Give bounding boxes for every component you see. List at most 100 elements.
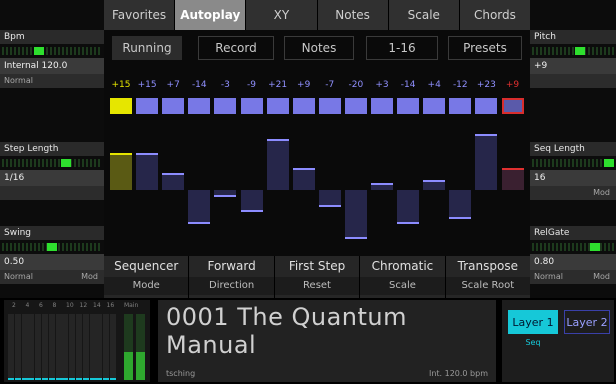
seq-length-label: Seq Length (530, 142, 616, 156)
step-bar[interactable] (188, 190, 211, 225)
mixer-lane (89, 314, 96, 380)
step-bar[interactable] (501, 167, 524, 190)
step-bar[interactable] (292, 167, 315, 190)
step-bar[interactable] (449, 190, 472, 220)
tab-scale[interactable]: Scale (388, 0, 459, 30)
mixer-labels: 2 4 6 8 10 12 14 16 Main (4, 300, 150, 312)
step-bar[interactable] (371, 182, 393, 190)
mixer-lane-label: 14 (93, 302, 101, 309)
step-cell[interactable] (449, 98, 472, 114)
step-cell[interactable] (397, 98, 420, 114)
step-bar[interactable] (266, 138, 289, 190)
sequencer-mode-button[interactable]: Sequencer Mode (104, 256, 189, 298)
pitch-param[interactable]: Pitch +9 (530, 30, 616, 88)
scale-root-button[interactable]: Transpose Scale Root (445, 256, 531, 298)
step-cell[interactable] (266, 98, 289, 114)
step-bar[interactable] (214, 190, 237, 198)
running-button[interactable]: Running (112, 36, 182, 60)
reset-value: First Step (288, 259, 346, 273)
layer-2-button[interactable]: Layer 2 (564, 310, 610, 334)
pitch-mode (530, 74, 616, 88)
scale-label: Scale (360, 277, 445, 295)
bpm-meter[interactable] (2, 47, 102, 55)
step-cell[interactable] (240, 98, 263, 114)
step-cell[interactable] (475, 98, 498, 114)
mixer-lane (55, 314, 62, 380)
swing-mode: Normal Mod (0, 270, 104, 284)
step-cell[interactable] (501, 98, 524, 114)
mixer-overview[interactable]: 2 4 6 8 10 12 14 16 Main (4, 300, 150, 382)
seq-length-param[interactable]: Seq Length 16 Mod (530, 142, 616, 200)
step-cell[interactable] (292, 98, 315, 114)
step-cell[interactable] (371, 98, 393, 114)
notes-button[interactable]: Notes (284, 36, 354, 60)
seq-length-meter-thumb[interactable] (604, 159, 614, 167)
step-bar[interactable] (475, 133, 498, 190)
step-bar-cap (397, 222, 420, 225)
step-cell[interactable] (423, 98, 446, 114)
mixer-lane-fill (96, 378, 103, 380)
relgate-meter[interactable] (532, 243, 614, 251)
step-length-meter-thumb[interactable] (60, 159, 71, 167)
relgate-value: 0.80 (530, 254, 616, 270)
presets-button[interactable]: Presets (448, 36, 522, 60)
tab-notes[interactable]: Notes (317, 0, 388, 30)
scale-button[interactable]: Chromatic Scale (360, 256, 445, 298)
direction-button[interactable]: Forward Direction (189, 256, 274, 298)
step-cell[interactable] (214, 98, 237, 114)
step-bar[interactable] (344, 190, 367, 239)
relgate-mode-label: Normal (534, 272, 563, 281)
record-button[interactable]: Record (198, 36, 274, 60)
step-bar-cap (501, 167, 524, 170)
project-info[interactable]: 0001 The Quantum Manual tsching Int. 120… (158, 300, 496, 382)
swing-mod-label: Mod (81, 272, 98, 281)
step-length-meter[interactable] (2, 159, 102, 167)
step-cell[interactable] (162, 98, 185, 114)
step-cell[interactable] (318, 98, 341, 114)
mixer-lane-fill (82, 378, 89, 380)
step-bar[interactable] (110, 153, 132, 190)
swing-meter-thumb[interactable] (47, 243, 57, 251)
step-bar[interactable] (423, 180, 446, 190)
bpm-meter-thumb[interactable] (33, 47, 44, 55)
bpm-param[interactable]: Bpm Internal 120.0 Normal (0, 30, 104, 88)
swing-param[interactable]: Swing 0.50 Normal Mod (0, 226, 104, 284)
step-cell[interactable] (188, 98, 211, 114)
step-bar[interactable] (397, 190, 420, 225)
tab-autoplay[interactable]: Autoplay (175, 0, 246, 30)
step-cell[interactable] (136, 98, 159, 114)
seq-length-meter[interactable] (532, 159, 614, 167)
step-length-param[interactable]: Step Length 1/16 (0, 142, 104, 200)
step-bar[interactable] (240, 190, 263, 213)
step-value-graph[interactable] (108, 125, 526, 255)
tab-favorites[interactable]: Favorites (104, 0, 175, 30)
reset-button[interactable]: First Step Reset (274, 256, 360, 298)
step-bar[interactable] (162, 172, 185, 190)
pitch-label: Pitch (530, 30, 616, 44)
pitch-meter[interactable] (532, 47, 614, 55)
mixer-lane-fill (35, 378, 42, 380)
swing-meter[interactable] (2, 243, 102, 251)
step-cell[interactable] (344, 98, 367, 114)
step-range-button[interactable]: 1-16 (366, 36, 438, 60)
pitch-meter-thumb[interactable] (575, 47, 586, 55)
mixer-lane-fill (28, 378, 35, 380)
relgate-param[interactable]: RelGate 0.80 Normal Mod (530, 226, 616, 284)
relgate-mod-label: Mod (593, 272, 610, 281)
step-bar-cap (423, 180, 446, 183)
layer-1-button[interactable]: Layer 1 (508, 310, 558, 334)
mixer-lane (28, 314, 35, 380)
mixer-lane-fill (110, 378, 116, 380)
tab-xy[interactable]: XY (246, 0, 317, 30)
step-value-label: +9 (297, 80, 311, 90)
tab-chords[interactable]: Chords (459, 0, 531, 30)
mixer-lane-label: 8 (52, 302, 57, 309)
mixer-lane (14, 314, 21, 380)
mixer-lane-label: 16 (106, 302, 115, 309)
relgate-meter-thumb[interactable] (589, 243, 600, 251)
layer-selector: Layer 1 Layer 2 Seq (502, 300, 614, 382)
step-bar[interactable] (318, 190, 341, 208)
sequencer-mode-value: Sequencer (114, 259, 179, 273)
step-bar[interactable] (136, 153, 159, 190)
step-cell[interactable] (110, 98, 132, 114)
